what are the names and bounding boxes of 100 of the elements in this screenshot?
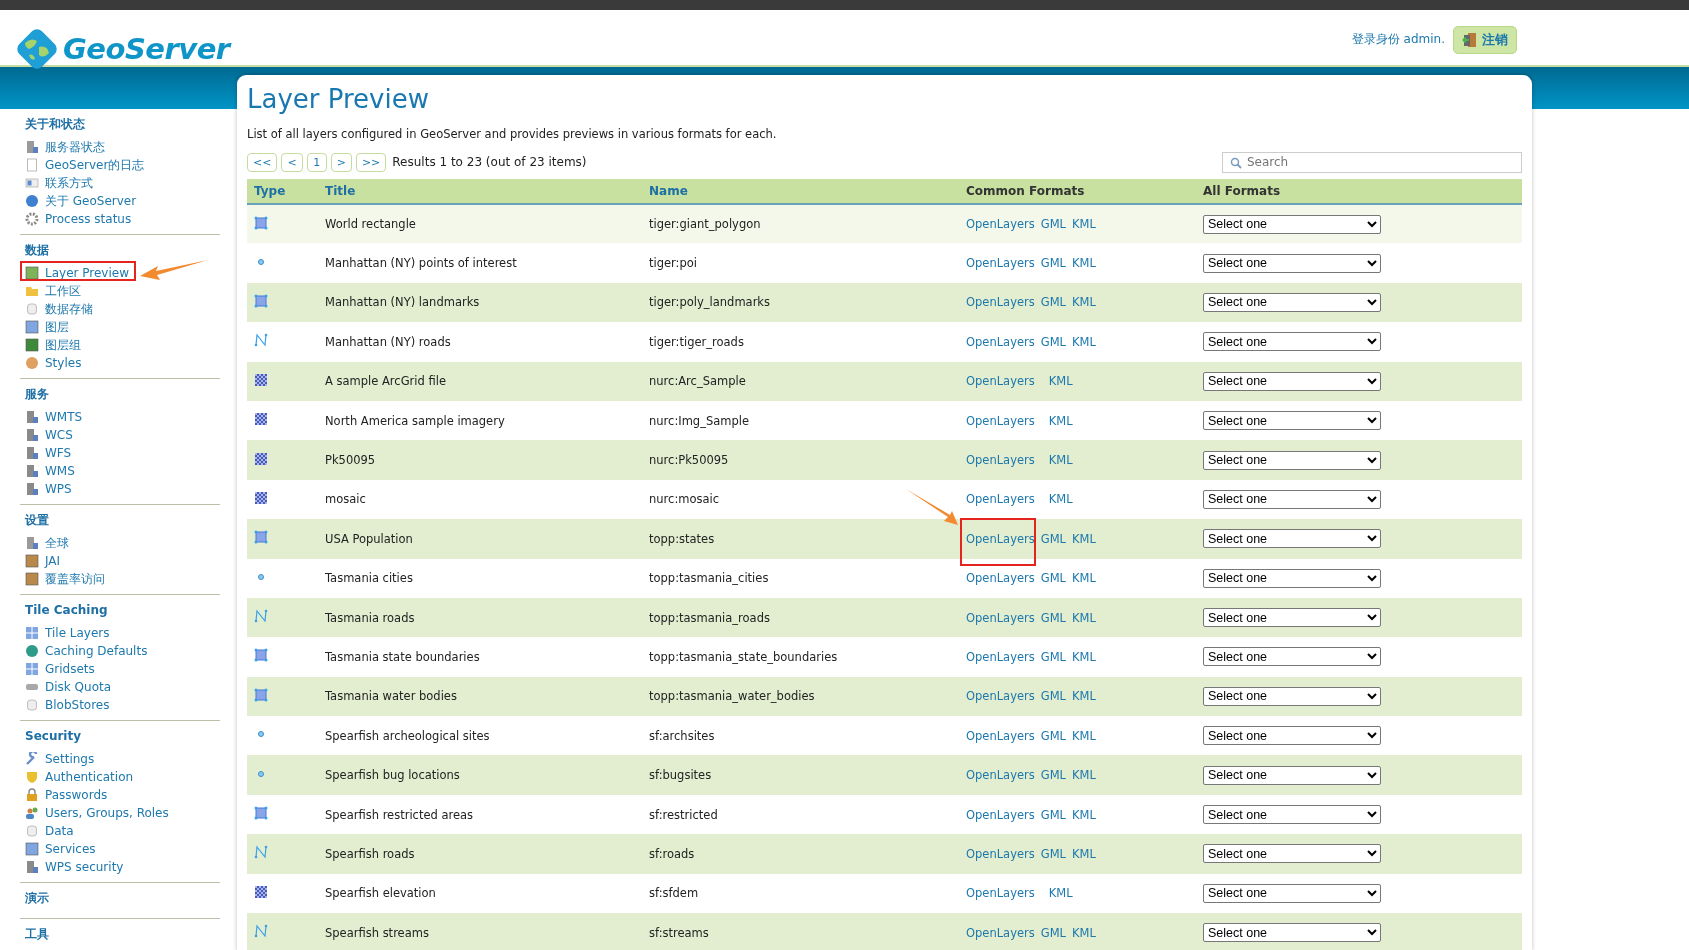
format-link[interactable]: GML — [1040, 217, 1067, 232]
format-link[interactable]: KML — [1072, 610, 1096, 625]
format-select[interactable]: Select one — [1203, 214, 1381, 234]
format-link[interactable]: KML — [1072, 256, 1096, 271]
openlayers-link[interactable]: OpenLayers — [966, 571, 1035, 586]
openlayers-link[interactable]: OpenLayers — [966, 650, 1035, 664]
sidebar-item[interactable]: WPS security — [25, 858, 124, 876]
format-link[interactable]: KML — [1072, 571, 1096, 586]
openlayers-link[interactable]: OpenLayers — [966, 295, 1035, 310]
sidebar-item[interactable]: Services — [25, 840, 96, 858]
openlayers-link[interactable]: OpenLayers — [966, 413, 1035, 428]
sidebar-item[interactable]: Styles — [25, 354, 82, 372]
openlayers-link[interactable]: OpenLayers — [966, 689, 1035, 704]
sidebar-item[interactable]: 服务器状态 — [25, 138, 105, 156]
sidebar-item[interactable]: Authentication — [25, 768, 134, 786]
logout-button[interactable]: 注销 — [1453, 25, 1517, 54]
format-select[interactable]: Select one — [1203, 450, 1381, 470]
openlayers-link[interactable]: OpenLayers — [966, 728, 1035, 743]
sidebar-item[interactable]: 联系方式 — [25, 174, 93, 192]
format-select[interactable]: Select one — [1203, 805, 1381, 825]
format-select[interactable]: Select one — [1203, 529, 1381, 549]
format-link[interactable]: KML — [1072, 295, 1096, 310]
format-link[interactable]: KML — [1048, 374, 1073, 389]
format-link[interactable]: KML — [1072, 334, 1096, 349]
openlayers-link[interactable]: OpenLayers — [966, 807, 1035, 822]
format-link[interactable]: KML — [1072, 650, 1096, 664]
sortable-column-header[interactable]: Title — [325, 184, 356, 198]
format-link[interactable]: KML — [1048, 886, 1073, 901]
sidebar-item[interactable]: WCS — [25, 426, 73, 444]
format-link[interactable]: KML — [1072, 689, 1096, 704]
sortable-column-header[interactable]: Name — [649, 184, 688, 198]
format-link[interactable]: GML — [1040, 768, 1067, 783]
format-link[interactable]: GML — [1040, 807, 1067, 822]
format-link[interactable]: GML — [1040, 295, 1067, 310]
openlayers-link[interactable]: OpenLayers — [966, 492, 1035, 507]
sidebar-item[interactable]: Passwords — [25, 786, 108, 804]
sidebar-item[interactable]: GeoServer的日志 — [25, 156, 145, 174]
sidebar-item[interactable]: WPS — [25, 480, 72, 498]
sidebar-item[interactable]: WMTS — [25, 408, 83, 426]
openlayers-link[interactable]: OpenLayers — [966, 453, 1035, 468]
format-link[interactable]: KML — [1048, 453, 1073, 468]
pager-button[interactable]: 1 — [306, 152, 327, 172]
sidebar-item[interactable]: Caching Defaults — [25, 642, 148, 660]
format-link[interactable]: GML — [1040, 571, 1067, 586]
sidebar-item[interactable]: Data — [25, 822, 74, 840]
sidebar-item[interactable]: 全球 — [25, 534, 69, 552]
openlayers-link[interactable]: OpenLayers — [966, 886, 1035, 901]
pager-button[interactable]: < — [281, 152, 303, 172]
format-select[interactable]: Select one — [1203, 332, 1381, 352]
openlayers-link[interactable]: OpenLayers — [966, 925, 1035, 940]
sidebar-item[interactable]: Gridsets — [25, 660, 95, 678]
sidebar-item[interactable]: Layer Preview — [25, 264, 129, 282]
openlayers-link[interactable]: OpenLayers — [966, 374, 1035, 389]
format-select[interactable]: Select one — [1203, 765, 1381, 785]
sortable-column-header[interactable]: Type — [254, 184, 286, 198]
sidebar-item[interactable]: Tile Layers — [25, 624, 110, 642]
format-link[interactable]: GML — [1040, 846, 1067, 861]
format-link[interactable]: GML — [1040, 610, 1067, 625]
format-link[interactable]: KML — [1072, 531, 1096, 546]
sidebar-item[interactable]: 图层 — [25, 318, 69, 336]
format-link[interactable]: KML — [1072, 807, 1096, 822]
format-select[interactable]: Select one — [1203, 686, 1381, 706]
sidebar-item[interactable]: 图层组 — [25, 336, 81, 354]
format-select[interactable]: Select one — [1203, 292, 1381, 312]
sidebar-item[interactable]: BlobStores — [25, 696, 110, 714]
sidebar-item[interactable]: Settings — [25, 750, 95, 768]
format-select[interactable]: Select one — [1203, 883, 1381, 903]
format-select[interactable]: Select one — [1203, 608, 1381, 628]
format-select[interactable]: Select one — [1203, 253, 1381, 273]
format-link[interactable]: KML — [1072, 728, 1096, 743]
format-select[interactable]: Select one — [1203, 568, 1381, 588]
sidebar-item[interactable]: 覆盖率访问 — [25, 570, 105, 588]
sidebar-item[interactable]: 工作区 — [25, 282, 81, 300]
openlayers-link[interactable]: OpenLayers — [966, 531, 1035, 546]
format-link[interactable]: KML — [1048, 413, 1073, 428]
search-field[interactable]: Search — [1222, 151, 1522, 173]
format-link[interactable]: GML — [1040, 650, 1067, 664]
sidebar-item[interactable]: 关于 GeoServer — [25, 192, 137, 210]
openlayers-link[interactable]: OpenLayers — [966, 217, 1035, 232]
pager-button[interactable]: << — [247, 152, 278, 172]
format-link[interactable]: GML — [1040, 925, 1067, 940]
sidebar-item[interactable]: Process status — [25, 210, 132, 228]
sidebar-item[interactable]: 数据存储 — [25, 300, 93, 318]
format-link[interactable]: KML — [1072, 217, 1096, 232]
format-link[interactable]: GML — [1040, 531, 1067, 546]
openlayers-link[interactable]: OpenLayers — [966, 610, 1035, 625]
openlayers-link[interactable]: OpenLayers — [966, 256, 1035, 271]
format-select[interactable]: Select one — [1203, 647, 1381, 667]
format-select[interactable]: Select one — [1203, 489, 1381, 509]
format-link[interactable]: GML — [1040, 334, 1067, 349]
format-link[interactable]: GML — [1040, 256, 1067, 271]
pager-button[interactable]: > — [330, 152, 352, 172]
format-select[interactable]: Select one — [1203, 411, 1381, 431]
format-select[interactable]: Select one — [1203, 726, 1381, 746]
format-link[interactable]: KML — [1048, 492, 1073, 507]
openlayers-link[interactable]: OpenLayers — [966, 768, 1035, 783]
sidebar-item[interactable]: Disk Quota — [25, 678, 112, 696]
format-select[interactable]: Select one — [1203, 371, 1381, 391]
format-link[interactable]: KML — [1072, 925, 1096, 940]
pager-button[interactable]: >> — [355, 152, 387, 172]
